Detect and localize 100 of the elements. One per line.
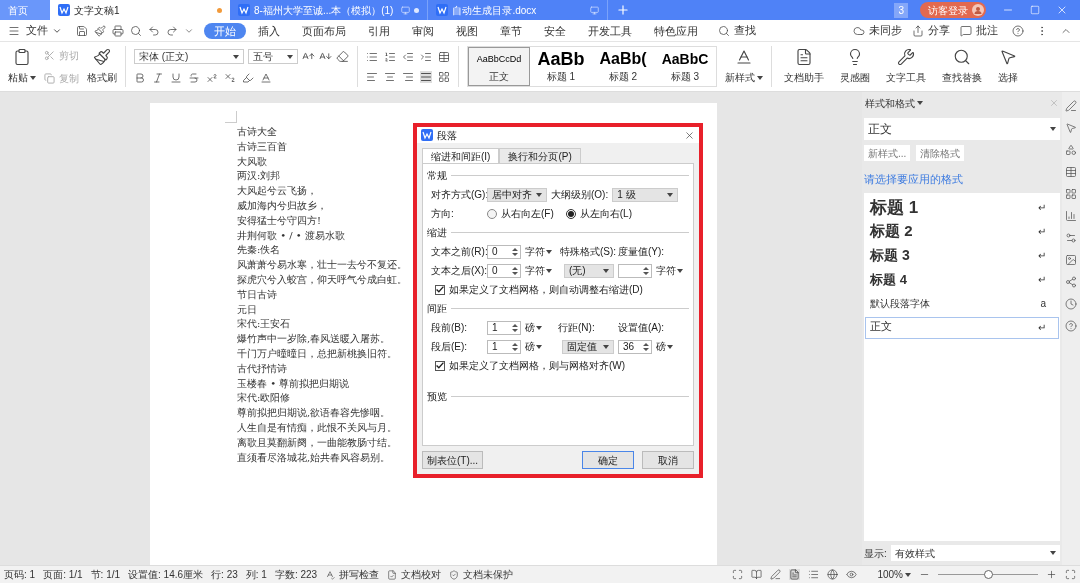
new-style-icon[interactable] bbox=[735, 48, 753, 66]
protection-button[interactable]: 文档未保护 bbox=[449, 567, 514, 582]
dialog-tab[interactable]: 缩进和间距(I) bbox=[422, 148, 500, 164]
style-item[interactable]: 正文 ↵ bbox=[865, 316, 1059, 339]
format-painter-button[interactable]: 格式刷 bbox=[87, 42, 117, 91]
tool-icon[interactable] bbox=[999, 48, 1017, 66]
sidebar-tool-icon[interactable] bbox=[1065, 166, 1077, 178]
clipboard-icon[interactable] bbox=[13, 48, 31, 66]
spin-field[interactable]: 1 bbox=[487, 320, 521, 335]
numbered-list-icon[interactable] bbox=[384, 50, 396, 63]
zoom-level-button[interactable]: 100% bbox=[877, 567, 911, 582]
style-item[interactable]: 标题 3 ↵ bbox=[865, 244, 1059, 267]
tool-button[interactable]: 查找替换 bbox=[938, 42, 986, 91]
spell-check-icon[interactable] bbox=[325, 569, 336, 580]
sidebar-tool-icon[interactable] bbox=[1065, 298, 1077, 310]
sidebar-tool-icon[interactable] bbox=[1065, 100, 1077, 112]
file-menu[interactable]: 文件 bbox=[22, 22, 66, 39]
spin-field[interactable]: 0 bbox=[487, 263, 521, 278]
unit-selector[interactable]: 字符 bbox=[525, 263, 552, 278]
style-item[interactable]: 标题 2 ↵ bbox=[865, 220, 1059, 243]
tool-button[interactable]: 选择 bbox=[994, 42, 1022, 91]
menu-tab[interactable]: 视图 bbox=[446, 22, 488, 39]
style-item[interactable]: 标题 4 ↵ bbox=[865, 268, 1059, 291]
menu-tab[interactable]: 章节 bbox=[490, 22, 532, 39]
unit-selector[interactable]: 磅 bbox=[656, 339, 673, 354]
checkbox[interactable] bbox=[435, 284, 445, 295]
shield-icon[interactable] bbox=[449, 569, 460, 580]
align-left-icon[interactable] bbox=[366, 70, 378, 83]
superscript-icon[interactable] bbox=[206, 72, 218, 84]
menu-tab[interactable]: 页面布局 bbox=[292, 22, 356, 39]
spin-field[interactable]: 36 bbox=[618, 339, 652, 354]
sidebar-tool-icon[interactable] bbox=[1065, 320, 1077, 332]
dialog-tab[interactable]: 换行和分页(P) bbox=[499, 148, 581, 164]
pen-icon[interactable] bbox=[770, 569, 782, 580]
outdent-icon[interactable] bbox=[402, 50, 414, 63]
tab-stops-button[interactable]: 制表位(T)... bbox=[422, 451, 484, 469]
save-icon[interactable] bbox=[76, 24, 88, 37]
proofread-button[interactable]: 文档校对 bbox=[387, 567, 442, 582]
bullet-list-icon[interactable] bbox=[366, 50, 378, 63]
menu-tab[interactable]: 开始 bbox=[204, 22, 246, 39]
indent-icon[interactable] bbox=[420, 50, 432, 63]
sidebar-tool-icon[interactable] bbox=[1065, 188, 1077, 200]
unit-selector[interactable]: 字符 bbox=[525, 244, 552, 259]
tool-icon[interactable] bbox=[953, 48, 971, 66]
spell-check-button[interactable]: 拼写检查 bbox=[325, 567, 380, 582]
web-view-icon[interactable] bbox=[827, 569, 839, 580]
search-button[interactable]: 查找 bbox=[710, 22, 764, 39]
menu-tab[interactable]: 插入 bbox=[248, 22, 290, 39]
dropdown-field[interactable]: 固定值 bbox=[562, 339, 614, 354]
dropdown-field[interactable]: (无) bbox=[564, 263, 614, 278]
unit-selector[interactable]: 字符 bbox=[656, 263, 683, 278]
style-preset[interactable]: AaBbC 标题 3 bbox=[654, 47, 716, 86]
font-size-select[interactable]: 五号 bbox=[248, 49, 298, 64]
current-style-select[interactable]: 正文 bbox=[864, 118, 1060, 140]
cancel-button[interactable]: 取消 bbox=[642, 451, 694, 469]
document-tab[interactable]: 文字文稿1 bbox=[50, 0, 230, 20]
redo-icon[interactable] bbox=[166, 24, 178, 37]
checkbox[interactable] bbox=[435, 360, 445, 371]
table-icon[interactable] bbox=[438, 50, 450, 63]
sidebar-tool-icon[interactable] bbox=[1065, 232, 1077, 244]
menu-tab[interactable]: 引用 bbox=[358, 22, 400, 39]
sync-button[interactable]: 未同步 bbox=[849, 22, 906, 39]
menu-tab[interactable]: 安全 bbox=[534, 22, 576, 39]
align-center-icon[interactable] bbox=[384, 70, 396, 83]
sidebar-tool-icon[interactable] bbox=[1065, 254, 1077, 266]
italic-icon[interactable] bbox=[152, 72, 164, 84]
print-icon[interactable] bbox=[112, 24, 124, 37]
style-preset[interactable]: AaBb( 标题 2 bbox=[592, 47, 654, 86]
tool-button[interactable]: 文字工具 bbox=[882, 42, 930, 91]
page-view-icon[interactable] bbox=[789, 569, 801, 580]
highlighter-icon[interactable] bbox=[242, 72, 254, 84]
tool-icon[interactable] bbox=[897, 48, 915, 66]
menu-tab[interactable]: 开发工具 bbox=[578, 22, 642, 39]
sidebar-tool-icon[interactable] bbox=[1065, 210, 1077, 222]
paintbrush-icon[interactable] bbox=[93, 48, 111, 66]
align-justify-icon[interactable] bbox=[420, 70, 432, 83]
share-button[interactable]: 分享 bbox=[908, 22, 954, 39]
zoom-in-icon[interactable] bbox=[1046, 569, 1057, 580]
fullscreen-icon[interactable] bbox=[732, 569, 744, 580]
sidebar-tool-icon[interactable] bbox=[1065, 276, 1077, 288]
tool-button[interactable]: 灵感圈 bbox=[836, 42, 874, 91]
clear-format-button[interactable]: 清除格式 bbox=[916, 145, 965, 161]
brush-icon[interactable] bbox=[94, 24, 106, 37]
spin-field[interactable]: 0 bbox=[487, 244, 521, 259]
undo-icon[interactable] bbox=[148, 24, 160, 37]
new-style-button[interactable]: 新样式 bbox=[725, 42, 763, 91]
search-icon[interactable] bbox=[718, 24, 730, 37]
proofread-icon[interactable] bbox=[387, 569, 398, 580]
spin-field[interactable]: 1 bbox=[487, 339, 521, 354]
fit-window-icon[interactable] bbox=[1065, 569, 1076, 580]
close-icon[interactable] bbox=[684, 129, 695, 141]
menu-tab[interactable]: 审阅 bbox=[402, 22, 444, 39]
radio-button[interactable] bbox=[565, 208, 576, 219]
outline-view-icon[interactable] bbox=[808, 569, 820, 580]
reading-mode-icon[interactable] bbox=[751, 569, 763, 580]
show-select[interactable]: 有效样式 bbox=[890, 545, 1060, 561]
radio-button[interactable] bbox=[487, 208, 497, 219]
menu-tab[interactable]: 特色应用 bbox=[644, 22, 708, 39]
preview-icon[interactable] bbox=[130, 24, 142, 37]
tool-button[interactable]: 文档助手 bbox=[780, 42, 828, 91]
